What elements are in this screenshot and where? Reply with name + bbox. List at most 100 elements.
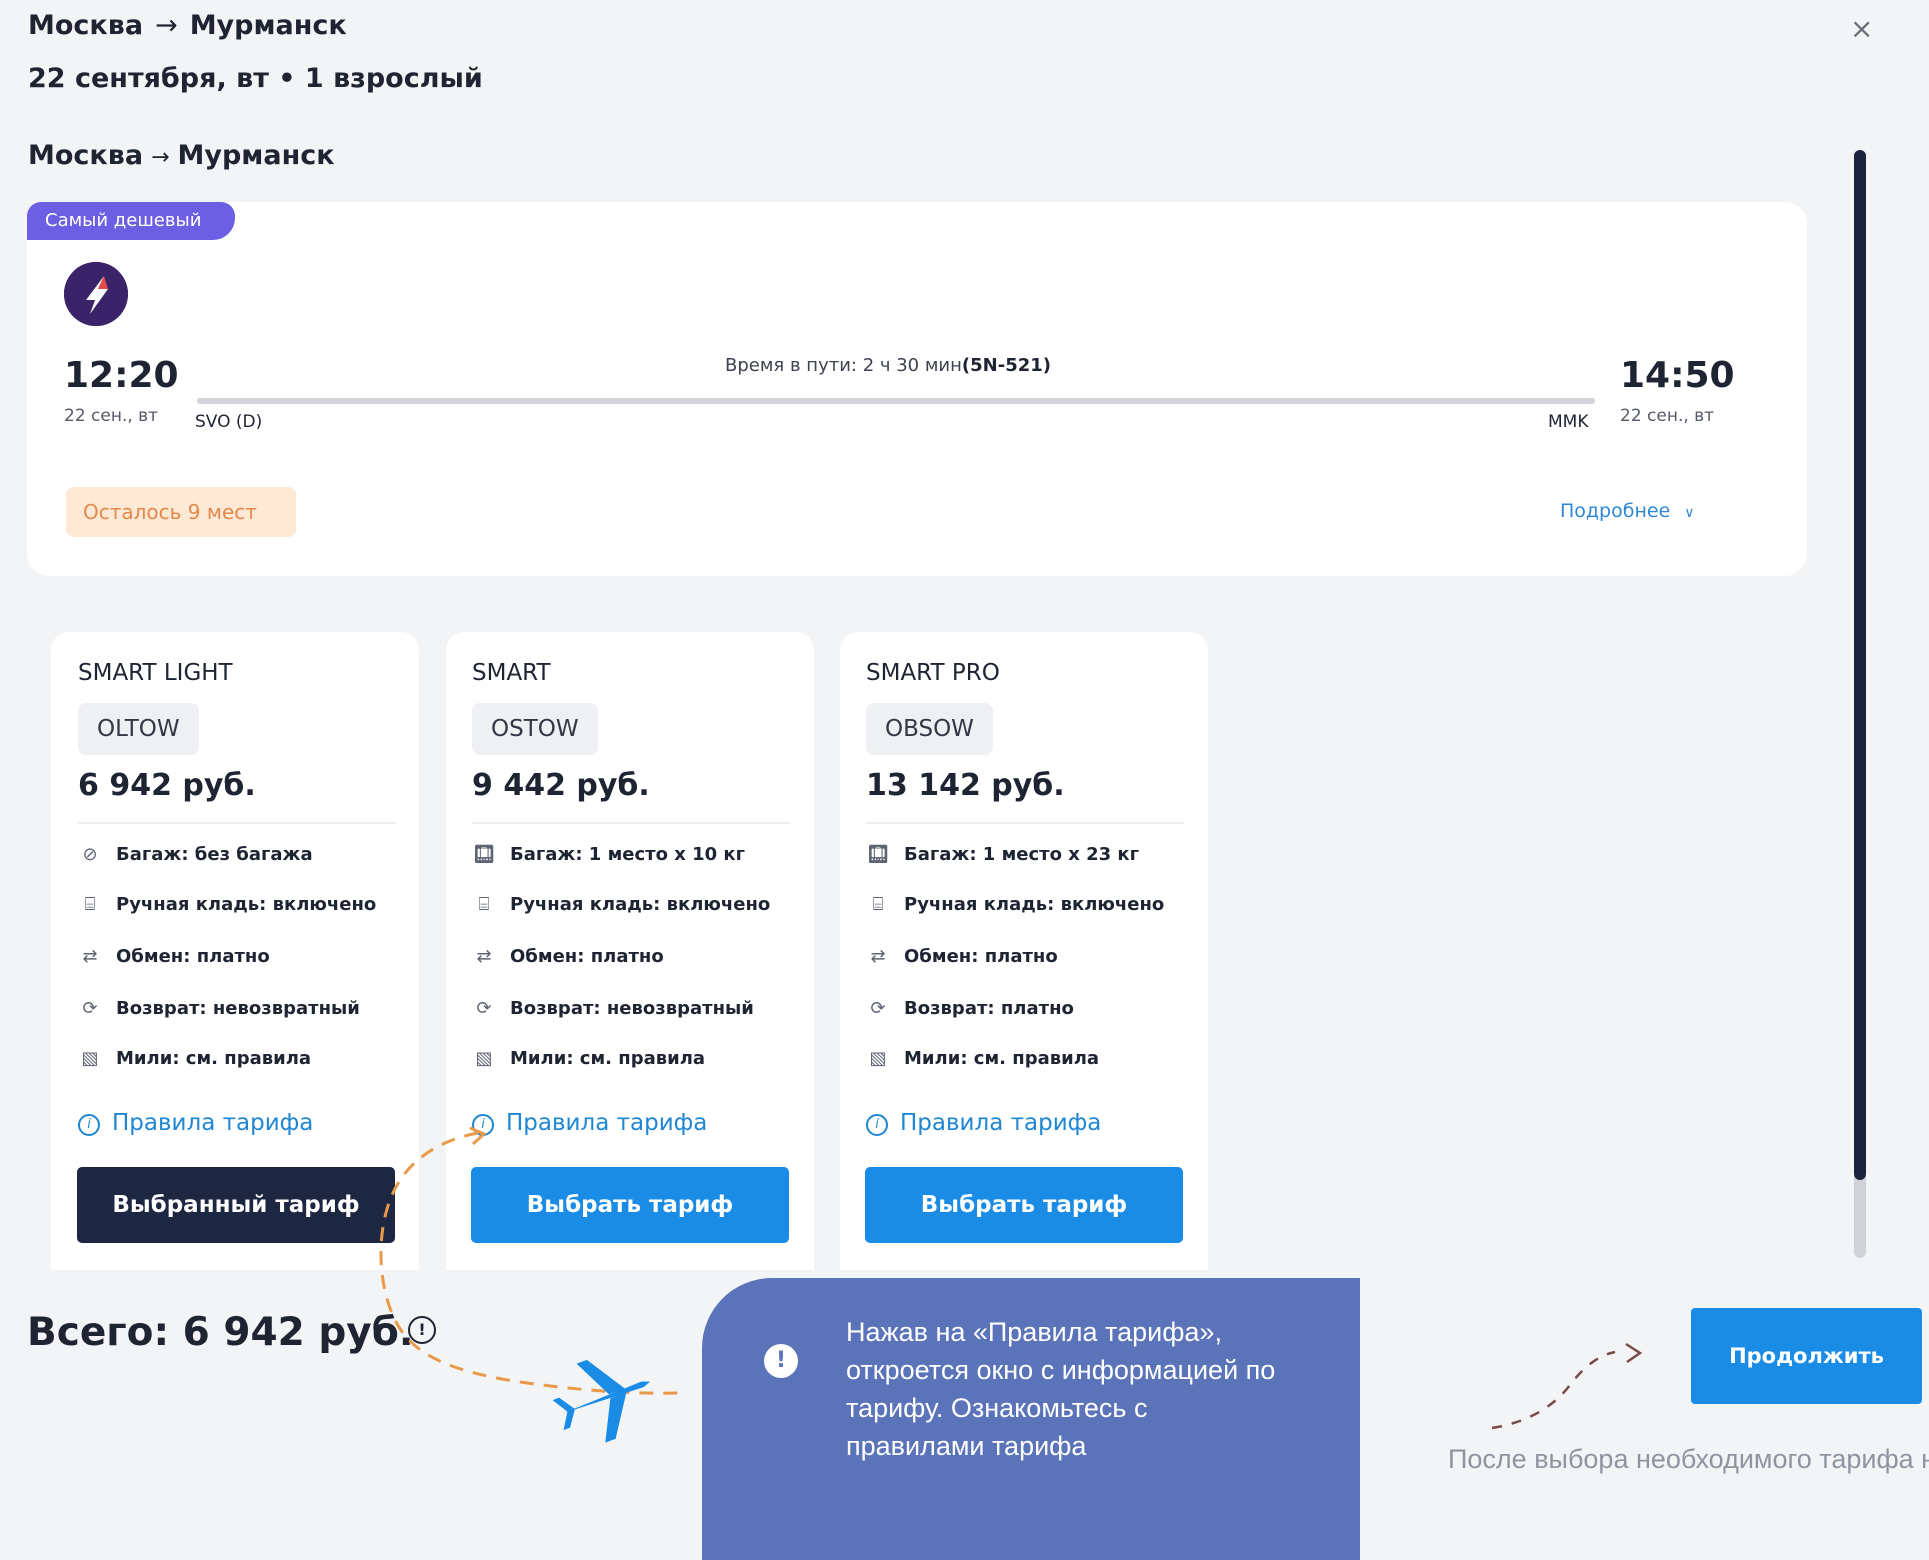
baggage-icon: 🛄︎ bbox=[472, 844, 496, 865]
feature-label: Мили: см. правила bbox=[904, 1048, 1100, 1069]
hand-luggage-icon: ⌸ bbox=[84, 894, 96, 915]
feature-exchange: ⇄ Обмен: платно bbox=[472, 946, 664, 967]
miles-icon: ▧ bbox=[81, 1048, 99, 1069]
baggage-icon: 🛄︎ bbox=[866, 844, 890, 865]
miles-icon: ▧ bbox=[869, 1048, 887, 1069]
feature-label: Ручная кладь: включено bbox=[904, 894, 1165, 915]
airline-logo-icon bbox=[64, 262, 128, 326]
tariff-price: 13 142 руб. bbox=[866, 768, 1065, 803]
total-price: Всего: 6 942 руб. bbox=[27, 1310, 414, 1355]
header-origin: Москва bbox=[28, 10, 144, 41]
flight-number: (5N-521) bbox=[961, 355, 1051, 376]
departure-time: 12:20 bbox=[64, 355, 179, 396]
departure-date: 22 сен., вт bbox=[64, 406, 159, 426]
no-baggage-icon: ⊘ bbox=[82, 844, 98, 865]
exchange-icon: ⇄ bbox=[870, 946, 886, 967]
feature-refund: ⟳ Возврат: невозвратный bbox=[78, 998, 360, 1019]
tariff-rules-label: Правила тарифа bbox=[900, 1110, 1102, 1136]
select-tariff-button[interactable]: Выбрать тариф bbox=[471, 1167, 789, 1243]
tariff-rules-label: Правила тарифа bbox=[112, 1110, 314, 1136]
feature-miles: ▧ Мили: см. правила bbox=[472, 1048, 705, 1069]
hand-luggage-icon: ⌸ bbox=[478, 894, 490, 915]
tariff-name: SMART bbox=[472, 660, 551, 686]
tariff-code: OLTOW bbox=[78, 703, 199, 755]
tariff-divider bbox=[866, 822, 1184, 824]
refund-icon: ⟳ bbox=[476, 998, 492, 1019]
feature-refund: ⟳ Возврат: невозвратный bbox=[472, 998, 754, 1019]
close-icon[interactable]: × bbox=[1850, 12, 1873, 45]
feature-exchange: ⇄ Обмен: платно bbox=[866, 946, 1058, 967]
tariff-rules-link[interactable]: i Правила тарифа bbox=[78, 1110, 313, 1136]
tariff-rules-label: Правила тарифа bbox=[506, 1110, 708, 1136]
exchange-icon: ⇄ bbox=[476, 946, 492, 967]
feature-miles: ▧ Мили: см. правила bbox=[866, 1048, 1099, 1069]
arrival-date: 22 сен., вт bbox=[1620, 406, 1715, 426]
feature-hand-luggage: ⌸ Ручная кладь: включено bbox=[866, 894, 1165, 915]
feature-label: Багаж: 1 место х 23 кг bbox=[904, 844, 1140, 865]
arrival-time: 14:50 bbox=[1620, 355, 1735, 396]
feature-label: Обмен: платно bbox=[904, 946, 1058, 967]
tariff-rules-link[interactable]: i Правила тарифа bbox=[866, 1110, 1101, 1136]
seats-left-badge: Осталось 9 мест bbox=[66, 487, 296, 537]
header-destination: Мурманск bbox=[189, 10, 347, 41]
segment-origin: Москва bbox=[28, 140, 144, 171]
arrow-right-icon: → bbox=[155, 10, 178, 41]
tariff-divider bbox=[472, 822, 790, 824]
details-link[interactable]: Подробнее ∨ bbox=[1560, 500, 1695, 522]
feature-label: Обмен: платно bbox=[510, 946, 664, 967]
feature-label: Мили: см. правила bbox=[510, 1048, 706, 1069]
tariff-price: 9 442 руб. bbox=[472, 768, 650, 803]
feature-label: Ручная кладь: включено bbox=[116, 894, 377, 915]
flight-duration: Время в пути: 2 ч 30 мин(5N-521) bbox=[725, 355, 1051, 376]
feature-label: Возврат: платно bbox=[904, 998, 1074, 1019]
feature-refund: ⟳ Возврат: платно bbox=[866, 998, 1074, 1019]
cheapest-badge: Самый дешевый bbox=[27, 202, 235, 240]
tariff-divider bbox=[78, 822, 396, 824]
departure-airport: SVO (D) bbox=[195, 412, 263, 432]
feature-label: Багаж: 1 место х 10 кг bbox=[510, 844, 746, 865]
exchange-icon: ⇄ bbox=[82, 946, 98, 967]
arrival-airport: MMK bbox=[1548, 412, 1589, 432]
refund-icon: ⟳ bbox=[82, 998, 98, 1019]
tooltip-text: Нажав на «Правила тарифа», откроется окн… bbox=[846, 1317, 1276, 1461]
tariff-code: OSTOW bbox=[472, 703, 598, 755]
feature-label: Мили: см. правила bbox=[116, 1048, 312, 1069]
refund-icon: ⟳ bbox=[870, 998, 886, 1019]
details-label: Подробнее bbox=[1560, 500, 1671, 522]
feature-label: Возврат: невозвратный bbox=[116, 998, 360, 1019]
header-route: Москва → Мурманск bbox=[28, 10, 347, 41]
feature-hand-luggage: ⌸ Ручная кладь: включено bbox=[472, 894, 771, 915]
feature-baggage: 🛄︎ Багаж: 1 место х 23 кг bbox=[866, 844, 1140, 865]
feature-label: Обмен: платно bbox=[116, 946, 270, 967]
feature-hand-luggage: ⌸ Ручная кладь: включено bbox=[78, 894, 377, 915]
feature-exchange: ⇄ Обмен: платно bbox=[78, 946, 270, 967]
feature-label: Возврат: невозвратный bbox=[510, 998, 754, 1019]
continue-button[interactable]: Продолжить bbox=[1691, 1308, 1922, 1404]
chevron-down-icon: ∨ bbox=[1684, 505, 1695, 521]
header-subtitle: 22 сентября, вт • 1 взрослый bbox=[28, 63, 483, 94]
hand-luggage-icon: ⌸ bbox=[872, 894, 884, 915]
duration-label: Время в пути: 2 ч 30 мин bbox=[725, 355, 962, 376]
tariff-rules-link[interactable]: i Правила тарифа bbox=[472, 1110, 707, 1136]
exclamation-icon: ! bbox=[764, 1344, 798, 1378]
feature-label: Багаж: без багажа bbox=[116, 844, 313, 865]
route-line bbox=[197, 398, 1595, 404]
tariff-code: OBSOW bbox=[866, 703, 993, 755]
info-icon[interactable]: ! bbox=[408, 1316, 436, 1344]
feature-label: Ручная кладь: включено bbox=[510, 894, 771, 915]
feature-miles: ▧ Мили: см. правила bbox=[78, 1048, 311, 1069]
select-tariff-button[interactable]: Выбрать тариф bbox=[865, 1167, 1183, 1243]
segment-destination: Мурманск bbox=[177, 140, 335, 171]
info-icon: i bbox=[78, 1114, 100, 1136]
segment-title: Москва → Мурманск bbox=[28, 140, 335, 171]
miles-icon: ▧ bbox=[475, 1048, 493, 1069]
tariff-price: 6 942 руб. bbox=[78, 768, 256, 803]
feature-baggage: ⊘ Багаж: без багажа bbox=[78, 844, 313, 865]
info-icon: i bbox=[866, 1114, 888, 1136]
selected-tariff-button[interactable]: Выбранный тариф bbox=[77, 1167, 395, 1243]
tariff-name: SMART PRO bbox=[866, 660, 1000, 686]
footer-hint: После выбора необходимого тарифа нажмите… bbox=[1448, 1444, 1929, 1474]
scrollbar-thumb[interactable] bbox=[1854, 150, 1866, 1180]
info-icon: i bbox=[472, 1114, 494, 1136]
arrow-right-icon: → bbox=[151, 145, 170, 170]
